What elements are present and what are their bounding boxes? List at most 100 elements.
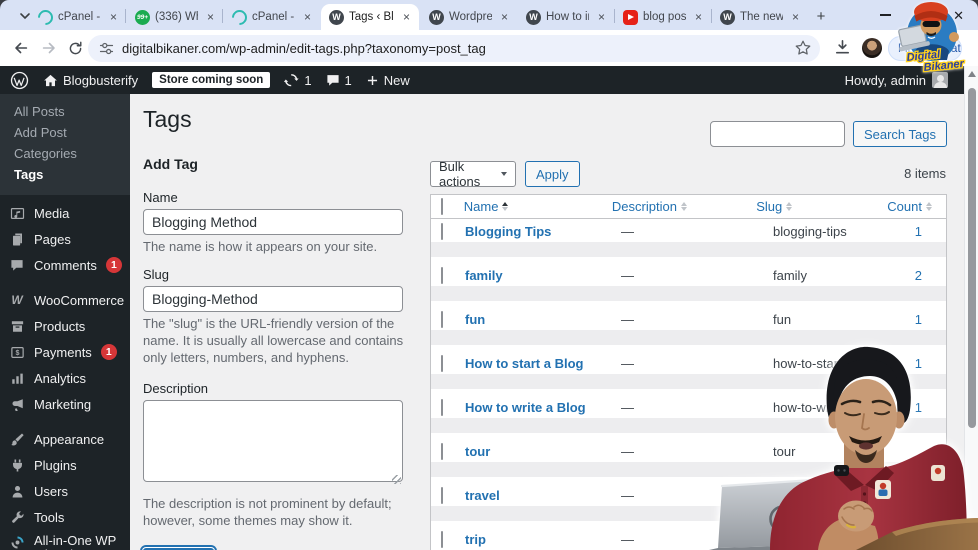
row-checkbox[interactable] <box>441 443 443 460</box>
reload-button[interactable] <box>64 37 86 59</box>
row-checkbox[interactable] <box>441 399 443 416</box>
tab-cpanel-2[interactable]: cPanel - Ho <box>224 4 320 30</box>
tag-count-link[interactable]: 1 <box>915 356 922 371</box>
tag-slug: family <box>773 268 807 283</box>
new-content-menu[interactable]: New <box>366 73 410 88</box>
sidebar-item-label: Payments <box>34 344 92 360</box>
select-all-checkbox[interactable] <box>441 198 443 215</box>
tab-tags-active[interactable]: Tags ‹ Blog <box>321 4 419 30</box>
sidebar-item-tools[interactable]: Tools <box>0 504 130 530</box>
sort-icon <box>926 201 932 212</box>
tab-the-new[interactable]: The new G <box>712 4 808 30</box>
sidebar-item-woocommerce[interactable]: W WooCommerce <box>0 287 130 313</box>
sort-by-description[interactable]: Description <box>612 199 687 214</box>
close-icon[interactable] <box>106 10 121 25</box>
apply-button[interactable]: Apply <box>525 161 580 187</box>
sidebar-item-categories[interactable]: Categories <box>0 143 130 164</box>
sidebar-item-marketing[interactable]: Marketing <box>0 391 130 417</box>
tag-count-link[interactable]: 1 <box>915 400 922 415</box>
sidebar-item-payments[interactable]: $ Payments 1 <box>0 339 130 365</box>
tab-whatsapp[interactable]: 99+ (336) What <box>127 4 223 30</box>
resize-grip-icon[interactable] <box>392 474 401 484</box>
tag-name-link[interactable]: tour <box>465 444 490 459</box>
sort-icon <box>786 201 793 212</box>
browser-scrollbar[interactable] <box>964 66 978 550</box>
tag-name-link[interactable]: How to start a Blog <box>465 356 583 371</box>
sidebar-item-add-post[interactable]: Add Post <box>0 122 130 143</box>
tab-how-to[interactable]: How to ins <box>518 4 614 30</box>
tag-name-link[interactable]: family <box>465 268 503 283</box>
sidebar-item-analytics[interactable]: Analytics <box>0 365 130 391</box>
name-field[interactable] <box>143 209 403 235</box>
sidebar-item-appearance[interactable]: Appearance <box>0 426 130 452</box>
store-coming-soon-badge[interactable]: Store coming soon <box>152 72 271 88</box>
bulk-actions-select[interactable]: Bulk actions <box>430 159 516 189</box>
tag-count-link[interactable]: 1 <box>915 224 922 239</box>
admin-menu: Media Pages Comments 1 W WooCommerce Pro… <box>0 195 130 550</box>
sidebar-item-products[interactable]: Products <box>0 313 130 339</box>
forward-button[interactable] <box>38 37 60 59</box>
downloads-button[interactable] <box>833 38 852 62</box>
new-tab-button[interactable] <box>812 7 830 25</box>
wp-logo-menu[interactable] <box>10 71 29 90</box>
row-checkbox[interactable] <box>441 487 443 504</box>
sidebar-item-label: Pages <box>34 231 71 247</box>
sidebar-item-plugins[interactable]: Plugins <box>0 452 130 478</box>
tag-name-link[interactable]: How to write a Blog <box>465 400 586 415</box>
bookmark-star-icon[interactable] <box>794 39 812 62</box>
scrollbar-thumb[interactable] <box>968 88 976 428</box>
sidebar-item-media[interactable]: Media <box>0 200 130 226</box>
row-checkbox[interactable] <box>441 531 443 548</box>
row-checkbox[interactable] <box>441 223 443 240</box>
tab-cpanel-1[interactable]: cPanel - Ho <box>30 4 126 30</box>
tag-count-link[interactable]: 2 <box>915 268 922 283</box>
row-checkbox[interactable] <box>441 311 443 328</box>
address-bar[interactable]: digitalbikaner.com/wp-admin/edit-tags.ph… <box>88 35 820 62</box>
description-field[interactable] <box>143 399 403 482</box>
tag-name-link[interactable]: travel <box>465 488 500 503</box>
close-icon[interactable] <box>691 10 706 25</box>
tab-title: cPanel - Ho <box>58 11 101 23</box>
tag-name-link[interactable]: Blogging Tips <box>465 224 551 239</box>
wordpress-favicon <box>526 9 541 25</box>
row-checkbox[interactable] <box>441 355 443 372</box>
back-button[interactable] <box>10 37 32 59</box>
site-menu[interactable]: Blogbusterify <box>43 73 138 88</box>
site-settings-icon[interactable] <box>98 40 115 62</box>
tab-youtube[interactable]: blog post <box>615 4 711 30</box>
search-tags-button[interactable]: Search Tags <box>852 121 947 147</box>
cpanel-favicon <box>228 6 251 28</box>
comments-menu[interactable]: 1 <box>326 73 352 88</box>
tab-wordpress[interactable]: Wordpress <box>421 4 517 30</box>
slug-field[interactable] <box>143 286 403 313</box>
sidebar-item-ai1wm[interactable]: All-in-One WP Migration <box>0 530 130 550</box>
close-icon[interactable] <box>497 10 512 25</box>
payments-count-badge: 1 <box>100 344 117 360</box>
updates-menu[interactable]: 1 <box>284 73 312 88</box>
tag-description: — <box>621 356 634 371</box>
sort-by-name[interactable]: Name <box>464 199 509 214</box>
sort-by-count[interactable]: Count <box>887 199 932 214</box>
sidebar-item-comments[interactable]: Comments 1 <box>0 252 130 278</box>
sidebar-item-pages[interactable]: Pages <box>0 226 130 252</box>
close-icon[interactable] <box>300 10 315 25</box>
table-header-row: Name Description Slug Count <box>431 195 946 219</box>
sidebar-item-all-posts[interactable]: All Posts <box>0 101 130 122</box>
sidebar-item-users[interactable]: Users <box>0 478 130 504</box>
tag-count-link[interactable]: 1 <box>915 312 922 327</box>
sort-by-slug[interactable]: Slug <box>756 199 793 214</box>
close-icon[interactable] <box>594 10 609 25</box>
scrollbar-up-arrow-icon[interactable] <box>967 69 977 79</box>
browser-profile-avatar[interactable] <box>862 38 882 58</box>
close-icon[interactable] <box>399 10 414 25</box>
svg-text:W: W <box>11 293 24 307</box>
close-icon[interactable] <box>788 10 803 25</box>
sidebar-item-tags[interactable]: Tags <box>0 164 130 185</box>
tag-description: — <box>621 268 634 283</box>
row-checkbox[interactable] <box>441 267 443 284</box>
close-icon[interactable] <box>203 10 218 25</box>
tag-name-link[interactable]: trip <box>465 532 486 547</box>
search-tags-input[interactable] <box>709 121 845 147</box>
table-row: Blogging Tips — blogging-tips 1 <box>431 219 946 263</box>
tag-name-link[interactable]: fun <box>465 312 485 327</box>
